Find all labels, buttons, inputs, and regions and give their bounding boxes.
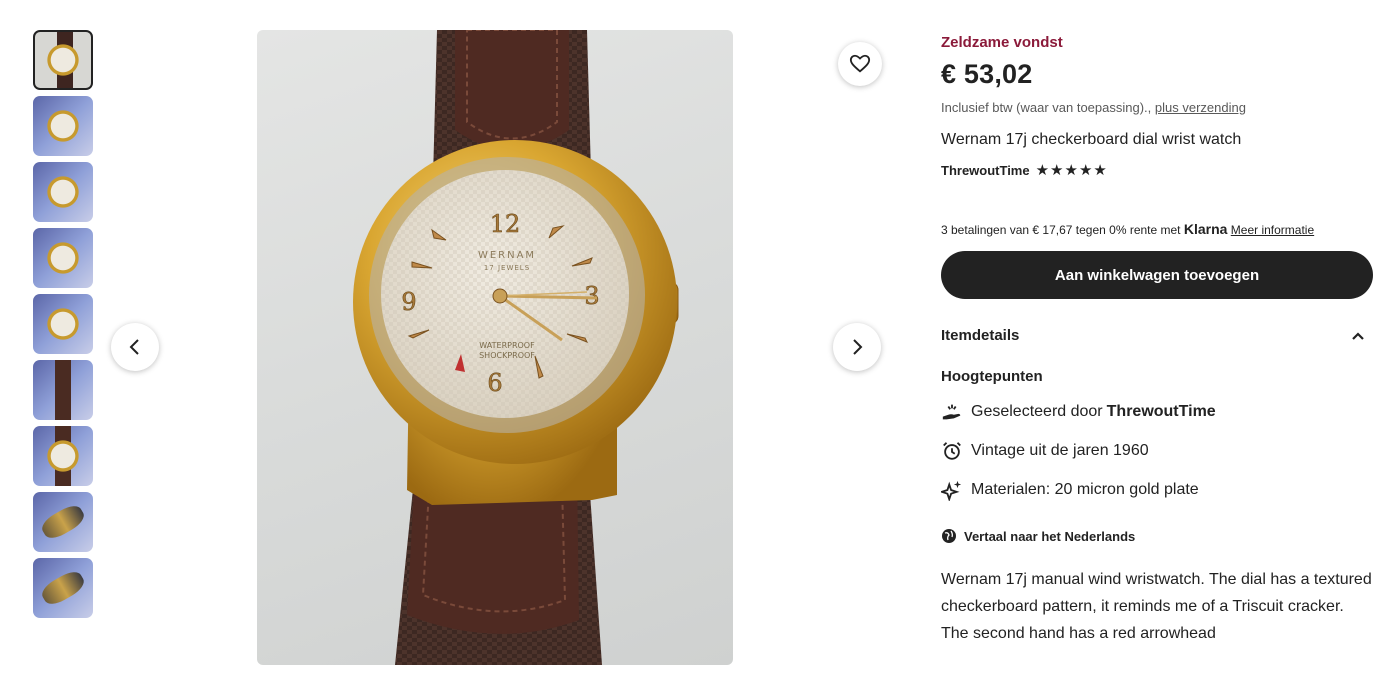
shipping-link[interactable]: plus verzending: [1155, 100, 1246, 115]
item-description: Wernam 17j manual wind wristwatch. The d…: [941, 571, 1372, 642]
main-product-image[interactable]: 12 3 6 9 WERNAM 17 JEWELS WATERPROOF SHO…: [257, 30, 733, 665]
strap-keeper-top: [455, 30, 569, 150]
highlight-text: Geselecteerd door: [971, 402, 1103, 420]
translate-label: Vertaal naar het Nederlands: [964, 528, 1136, 544]
thumbnail-7[interactable]: [33, 426, 93, 486]
klarna-more-info-link[interactable]: Meer informatie: [1231, 223, 1314, 237]
thumbnail-1[interactable]: [33, 30, 93, 90]
rare-find-badge: Zeldzame vondst: [941, 34, 1063, 51]
thumb-watch: [38, 567, 88, 609]
highlight-materials: Materialen: 20 micron gold plate: [941, 477, 1373, 502]
hand-sparkle-icon: [941, 401, 963, 423]
translate-button[interactable]: Vertaal naar het Nederlands: [941, 528, 1373, 544]
dial-waterproof: WATERPROOF: [479, 341, 535, 350]
dial-shockproof: SHOCKPROOF: [479, 351, 535, 360]
favorite-button[interactable]: [838, 42, 882, 86]
item-details-toggle[interactable]: Itemdetails: [941, 327, 1373, 344]
vat-note: Inclusief btw (waar van toepassing)., pl…: [941, 100, 1373, 115]
klarna-text: 3 betalingen van € 17,67 tegen 0% rente …: [941, 223, 1181, 237]
thumb-watch: [46, 175, 80, 209]
thumbnail-9[interactable]: [33, 558, 93, 618]
klarna-payment-note: 3 betalingen van € 17,67 tegen 0% rente …: [941, 221, 1373, 237]
chevron-up-icon: [1352, 331, 1364, 340]
dial-jewels: 17 JEWELS: [484, 264, 530, 272]
sparkles-icon: [941, 479, 963, 501]
thumbnail-strip: [33, 30, 93, 624]
dial-numeral-12: 12: [490, 210, 521, 238]
highlight-text: Vintage uit de jaren 1960: [971, 441, 1149, 459]
alarm-clock-icon: [941, 440, 963, 462]
highlights-title: Hoogtepunten: [941, 368, 1043, 385]
thumbnail-5[interactable]: [33, 294, 93, 354]
thumbnail-8[interactable]: [33, 492, 93, 552]
vat-text: Inclusief btw (waar van toepassing).,: [941, 100, 1152, 115]
thumb-watch: [46, 109, 80, 143]
thumb-watch: [38, 501, 88, 543]
chevron-right-icon: [853, 339, 863, 355]
highlight-vintage: Vintage uit de jaren 1960: [941, 438, 1373, 463]
klarna-logo: Klarna: [1183, 221, 1228, 237]
add-to-cart-button[interactable]: Aan winkelwagen toevoegen: [941, 251, 1373, 299]
star-rating: ★★★★★: [1035, 162, 1108, 179]
next-image-button[interactable]: [833, 323, 881, 371]
listing-panel: Zeldzame vondst € 53,02 Inclusief btw (w…: [941, 34, 1373, 647]
dial-brand: WERNAM: [478, 250, 536, 261]
globe-icon: [941, 528, 957, 544]
listing-title: Wernam 17j checkerboard dial wrist watch: [941, 131, 1242, 148]
previous-image-button[interactable]: [111, 323, 159, 371]
price: € 53,02: [941, 59, 1033, 89]
hour-hand: [499, 294, 598, 300]
thumb-watch: [46, 43, 80, 77]
thumb-watch: [46, 307, 80, 341]
thumbnail-6[interactable]: [33, 360, 93, 420]
thumb-watch: [46, 439, 80, 473]
highlight-shop-name: ThrewoutTime: [1106, 402, 1216, 420]
shop-rating: ThrewoutTime ★★★★★: [941, 161, 1373, 179]
dial-numeral-6: 6: [487, 369, 502, 397]
item-details-label: Itemdetails: [941, 327, 1020, 344]
thumb-watch: [46, 241, 80, 275]
highlight-text: Materialen: 20 micron gold plate: [971, 480, 1199, 498]
heart-icon: [849, 54, 871, 73]
thumbnail-2[interactable]: [33, 96, 93, 156]
dial-numeral-3: 3: [584, 282, 599, 310]
dial-numeral-9: 9: [401, 288, 416, 316]
thumbnail-4[interactable]: [33, 228, 93, 288]
thumbnail-3[interactable]: [33, 162, 93, 222]
watch-photo: 12 3 6 9 WERNAM 17 JEWELS WATERPROOF SHO…: [353, 30, 679, 665]
chevron-left-icon: [129, 339, 139, 355]
shop-name-link[interactable]: ThrewoutTime: [941, 163, 1030, 178]
highlight-selected-by: Geselecteerd door ThrewoutTime: [941, 399, 1373, 424]
thumb-strap: [55, 360, 71, 420]
